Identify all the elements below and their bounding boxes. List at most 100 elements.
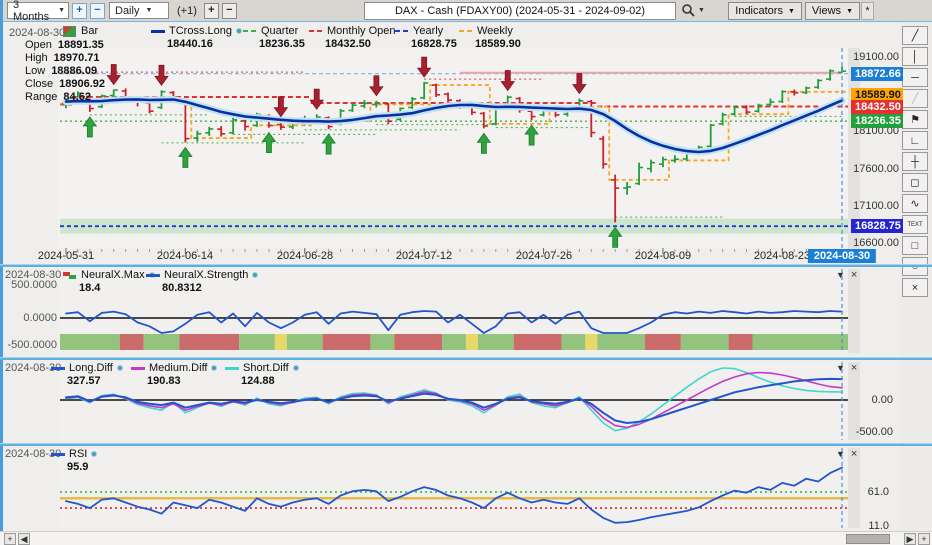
y-axis-tick-label: 16600.00 — [849, 237, 899, 249]
x-axis-tick-label: 2024-06-28 — [277, 250, 333, 262]
vertical-line-tool[interactable]: │ — [902, 47, 928, 66]
ohlc-value-row: Close18906.92 — [25, 78, 105, 90]
panel-collapse-icon[interactable]: ▼ — [836, 270, 845, 280]
legend-series-neuralx-max[interactable]: NeuralX.Max — [63, 269, 155, 281]
trendline-tool[interactable]: ╱ — [902, 26, 928, 45]
views-button[interactable]: Views ▼ — [805, 2, 860, 20]
panel-collapse-icon[interactable]: ▼ — [836, 449, 845, 459]
legend-series-rsi[interactable]: RSI — [51, 448, 97, 460]
main-price-panel[interactable]: 2024-08-30BarOpen18891.35High18970.71Low… — [3, 22, 900, 264]
series-value: 124.88 — [241, 375, 275, 387]
current-date-badge: 2024-08-30 — [808, 249, 876, 263]
search-dropdown-icon[interactable]: ▼ — [698, 7, 705, 14]
rectangle-tool[interactable]: □ — [902, 236, 928, 255]
symbol-title-input[interactable]: DAX - Cash (FDAXY00) (2024-05-31 - 2024-… — [364, 2, 676, 20]
legend-series-yearly[interactable]: Yearly — [395, 25, 443, 37]
panel-controls: ▼× — [836, 269, 857, 281]
period-select[interactable]: Daily ▼ — [109, 2, 169, 19]
ohlc-label: Low — [25, 65, 45, 77]
ray-tool[interactable]: ╱ — [902, 89, 928, 108]
series-value: 18589.90 — [475, 38, 521, 50]
series-value: 95.9 — [67, 461, 88, 473]
series-label: Weekly — [477, 25, 513, 37]
step-minus-button[interactable]: − — [222, 3, 237, 19]
indicators-button[interactable]: Indicators ▼ — [728, 2, 802, 20]
neuralx-panel[interactable]: 2024-08-30500.00000.0000-500.0000NeuralX… — [3, 267, 900, 357]
legend-bar-series[interactable]: Bar — [63, 25, 98, 37]
series-info-icon[interactable] — [117, 365, 123, 371]
series-label: Monthly Open — [327, 25, 395, 37]
series-label: TCross.Long — [169, 25, 232, 37]
scroll-zoom-in-button[interactable]: + — [918, 533, 930, 545]
angle-tool[interactable]: ∟ — [902, 131, 928, 150]
scroll-zoom-button[interactable]: + — [4, 533, 16, 545]
series-info-icon[interactable] — [293, 365, 299, 371]
series-swatch — [51, 453, 65, 456]
favorite-button[interactable]: * — [861, 2, 874, 20]
x-axis-tick-label: 2024-07-26 — [516, 250, 572, 262]
series-value: 18236.35 — [259, 38, 305, 50]
scroll-right-button[interactable]: ▶ — [904, 533, 916, 545]
chart-application-window: 3 Months ▼ + − Daily ▼ (+1) + − DAX - Ca… — [0, 0, 932, 545]
panel-close-icon[interactable]: × — [851, 448, 857, 460]
legend-series-medium-diff[interactable]: Medium.Diff — [131, 362, 217, 374]
y-axis-tick-label: -500.0000 — [5, 339, 57, 351]
close-tool[interactable]: × — [902, 278, 928, 297]
series-swatch — [151, 30, 165, 33]
series-info-icon[interactable] — [211, 365, 217, 371]
panel-close-icon[interactable]: × — [851, 269, 857, 281]
legend-series-short-diff[interactable]: Short.Diff — [225, 362, 299, 374]
callout-tool[interactable]: ◻ — [902, 173, 928, 192]
panel-collapse-icon[interactable]: ▼ — [836, 363, 845, 373]
horizontal-line-tool[interactable]: ─ — [902, 68, 928, 87]
series-label: Quarter — [261, 25, 298, 37]
legend-series-weekly[interactable]: Weekly — [459, 25, 513, 37]
rsi-panel[interactable]: 2024-08-3061.011.0RSI95.9▼× — [3, 446, 900, 531]
series-info-icon[interactable] — [252, 272, 258, 278]
range-select[interactable]: 3 Months ▼ — [7, 2, 69, 19]
main-chart-canvas[interactable] — [3, 22, 903, 264]
legend-series-neuralx-strength[interactable]: NeuralX.Strength — [146, 269, 258, 281]
flag-tool[interactable]: ⚑ — [902, 110, 928, 129]
series-swatch — [131, 367, 145, 370]
text-tool[interactable]: TEXT — [902, 215, 928, 234]
series-swatch — [309, 30, 323, 32]
x-axis-tick-label: 2024-08-23 — [754, 250, 810, 262]
series-swatch — [225, 367, 239, 370]
rsi-chart-canvas[interactable] — [3, 446, 903, 531]
legend-series-long-diff[interactable]: Long.Diff — [51, 362, 123, 374]
series-label: NeuralX.Strength — [164, 269, 248, 281]
x-axis-tick-label: 2024-08-09 — [635, 250, 691, 262]
panel-controls: ▼× — [836, 448, 857, 460]
x-axis-tick-label: 2024-05-31 — [38, 250, 94, 262]
series-info-icon[interactable] — [91, 451, 97, 457]
y-axis-tick-label: 17100.00 — [849, 200, 899, 212]
search-icon[interactable] — [681, 3, 695, 17]
crosshair-tool[interactable]: ┼ — [902, 152, 928, 171]
period-select-value: Daily — [115, 5, 139, 17]
horizontal-scrollbar[interactable]: + ◀ ▶ + — [0, 531, 932, 545]
chevron-down-icon: ▼ — [788, 8, 795, 15]
scroll-left-button[interactable]: ◀ — [18, 533, 30, 545]
legend-series-tcross-long[interactable]: TCross.Long — [151, 25, 242, 37]
legend-series-monthly-open[interactable]: Monthly Open — [309, 25, 395, 37]
series-label: Short.Diff — [243, 362, 289, 374]
y-axis-tick-label: -500.00 — [849, 426, 893, 438]
ohlc-value-row: High18970.71 — [25, 52, 100, 64]
range-zoom-out-button[interactable]: − — [90, 3, 105, 19]
chevron-down-icon: ▼ — [145, 7, 152, 14]
step-plus-button[interactable]: + — [204, 3, 219, 19]
series-swatch — [51, 367, 65, 370]
series-label: RSI — [69, 448, 87, 460]
series-info-icon[interactable] — [236, 28, 242, 34]
panel-close-icon[interactable]: × — [851, 362, 857, 374]
ohlc-value-row: Range84.62 — [25, 91, 91, 103]
range-zoom-in-button[interactable]: + — [72, 3, 87, 19]
y-axis-tick-label: 0.0000 — [5, 312, 57, 324]
wave-tool[interactable]: ∿ — [902, 194, 928, 213]
scrollbar-thumb[interactable] — [846, 534, 890, 544]
series-swatch — [243, 30, 257, 32]
drawing-toolbar: ╱│─╱⚑∟┼◻∿TEXT□○× — [901, 26, 931, 299]
legend-series-quarter[interactable]: Quarter — [243, 25, 298, 37]
diff-panel[interactable]: 2024-08-300.00-500.00Long.Diff327.57Medi… — [3, 360, 900, 443]
